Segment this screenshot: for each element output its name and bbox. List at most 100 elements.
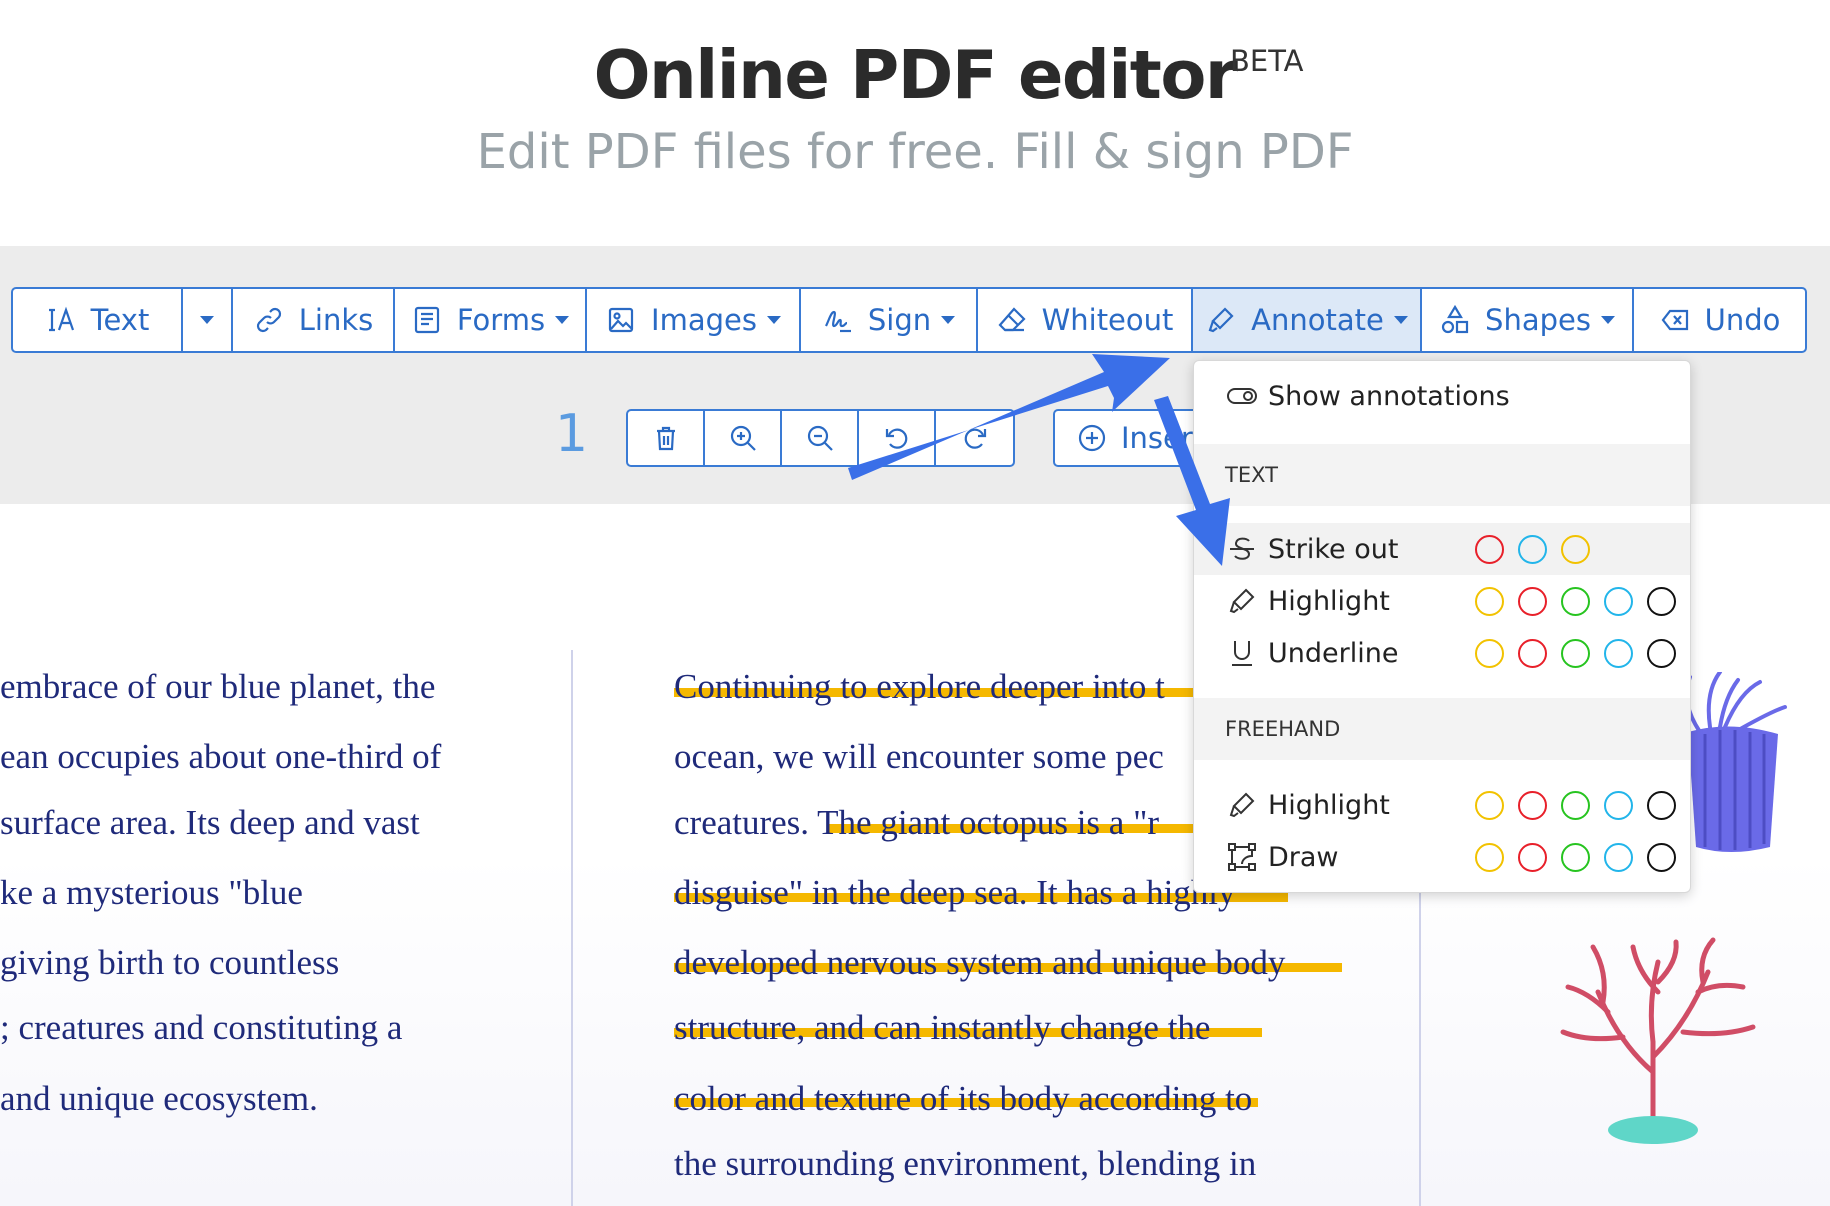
annotate-tool-button[interactable]: Annotate (1193, 289, 1422, 351)
document-text-line: structure, and can instantly change the (674, 1008, 1211, 1047)
show-annotations-label: Show annotations (1268, 380, 1510, 412)
highlight-colors (1475, 586, 1676, 616)
page-header: Online PDF editor BETA Edit PDF files fo… (0, 0, 1830, 246)
trash-icon (656, 426, 675, 451)
color-swatch-yellow[interactable] (1475, 842, 1504, 872)
freehand-section-header: FREEHAND (1194, 698, 1690, 760)
color-swatch-red[interactable] (1518, 586, 1547, 616)
color-swatch-green[interactable] (1561, 790, 1590, 820)
strike-out-colors (1475, 534, 1590, 564)
links-tool-label: Links (298, 303, 374, 337)
chevron-down-icon (1393, 316, 1408, 324)
draw-label: Draw (1268, 841, 1339, 873)
toggle-icon (1227, 388, 1257, 404)
color-swatch-blue[interactable] (1604, 790, 1633, 820)
shapes-tool-label: Shapes (1485, 303, 1591, 337)
color-swatch-green[interactable] (1561, 842, 1590, 872)
shapes-tool-button[interactable]: Shapes (1422, 289, 1634, 351)
page-controls (626, 409, 1015, 467)
chevron-down-icon (555, 316, 570, 324)
underline-label: Underline (1268, 637, 1399, 669)
highlighter-icon (1208, 307, 1234, 333)
page-subtitle: Edit PDF files for free. Fill & sign PDF (476, 124, 1354, 180)
document-text-line: ocean, we will encounter some pec (674, 737, 1164, 776)
color-swatch-yellow[interactable] (1561, 534, 1590, 564)
draw-colors (1475, 842, 1676, 872)
color-swatch-blue[interactable] (1604, 638, 1633, 668)
document-text-line: creatures. The giant octopus is a "r (674, 803, 1160, 842)
document-text-line: and unique ecosystem. (0, 1079, 318, 1118)
document-text-line: surface area. Its deep and vast (0, 803, 420, 842)
color-swatch-blue[interactable] (1604, 842, 1633, 872)
show-annotations-toggle[interactable]: Show annotations (1194, 370, 1690, 422)
document-text-line: ; creatures and constituting a (0, 1008, 403, 1047)
color-swatch-red[interactable] (1518, 790, 1547, 820)
coral-image (1560, 937, 1756, 1144)
editor-toolbar: Text Links Forms Images Sign Whiteout An… (11, 287, 1807, 353)
backspace-icon (1661, 309, 1688, 331)
document-text-line: color and texture of its body according … (674, 1079, 1253, 1118)
whiteout-tool-label: Whiteout (1041, 303, 1174, 337)
document-text-line: embrace of our blue planet, the (0, 667, 436, 706)
underline-colors (1475, 638, 1676, 668)
links-tool-button[interactable]: Links (233, 289, 395, 351)
forms-tool-label: Forms (456, 303, 546, 337)
forms-tool-button[interactable]: Forms (395, 289, 587, 351)
rotate-left-icon (885, 428, 907, 449)
color-swatch-black[interactable] (1647, 638, 1676, 668)
insert-label: Insert (1121, 421, 1203, 455)
zoom-in-button[interactable] (705, 411, 782, 465)
color-swatch-black[interactable] (1647, 790, 1676, 820)
draw-curve-icon (1228, 843, 1256, 871)
undo-label: Undo (1704, 303, 1781, 337)
strike-out-item[interactable]: Strike out (1194, 523, 1690, 575)
delete-page-button[interactable] (628, 411, 705, 465)
color-swatch-blue[interactable] (1518, 534, 1547, 564)
form-icon (414, 306, 440, 334)
zoom-in-icon (730, 425, 756, 451)
chevron-down-icon (1600, 316, 1615, 324)
rotate-left-button[interactable] (859, 411, 936, 465)
color-swatch-red[interactable] (1518, 842, 1547, 872)
shapes-icon (1441, 304, 1469, 334)
document-text-line: developed nervous system and unique body (674, 943, 1286, 982)
color-swatch-yellow[interactable] (1475, 790, 1504, 820)
color-swatch-yellow[interactable] (1475, 638, 1504, 668)
freehand-highlight-label: Highlight (1268, 789, 1390, 821)
freehand-highlight-item[interactable]: Highlight (1194, 779, 1690, 831)
underline-item[interactable]: Underline (1194, 627, 1690, 679)
highlighter-icon (1229, 792, 1255, 818)
text-tool-button[interactable]: Text (13, 289, 183, 351)
rotate-right-button[interactable] (936, 411, 1013, 465)
chevron-down-icon (766, 316, 781, 324)
whiteout-tool-button[interactable]: Whiteout (978, 289, 1193, 351)
strike-out-label: Strike out (1268, 533, 1399, 565)
color-swatch-green[interactable] (1561, 638, 1590, 668)
highlight-item[interactable]: Highlight (1194, 575, 1690, 627)
images-tool-button[interactable]: Images (587, 289, 801, 351)
color-swatch-black[interactable] (1647, 842, 1676, 872)
page-number: 1 (555, 404, 589, 464)
color-swatch-green[interactable] (1561, 586, 1590, 616)
document-text-line: giving birth to countless (0, 943, 340, 982)
eraser-icon (998, 307, 1026, 332)
color-swatch-black[interactable] (1647, 586, 1676, 616)
color-swatch-red[interactable] (1475, 534, 1504, 564)
image-icon (608, 307, 634, 333)
undo-button[interactable]: Undo (1634, 289, 1805, 351)
freehand-highlight-colors (1475, 790, 1676, 820)
link-icon (256, 307, 281, 333)
sign-tool-button[interactable]: Sign (801, 289, 978, 351)
zoom-out-button[interactable] (782, 411, 859, 465)
insert-page-button[interactable]: Insert (1053, 409, 1203, 467)
draw-item[interactable]: Draw (1194, 831, 1690, 883)
highlighter-icon (1229, 588, 1255, 614)
color-swatch-red[interactable] (1518, 638, 1547, 668)
plus-circle-icon (1078, 424, 1106, 452)
text-cursor-icon (48, 306, 74, 332)
color-swatch-yellow[interactable] (1475, 586, 1504, 616)
text-options-dropdown[interactable] (183, 289, 233, 351)
color-swatch-blue[interactable] (1604, 586, 1633, 616)
text-tool-label: Text (90, 303, 150, 337)
document-text-line: ean occupies about one-third of (0, 737, 442, 776)
